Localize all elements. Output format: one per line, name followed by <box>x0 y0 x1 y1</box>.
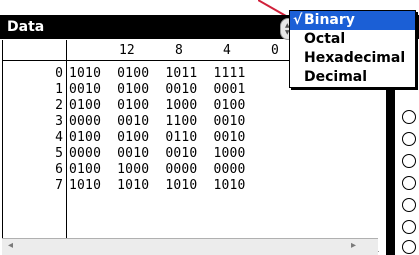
row-value: 1010 1010 1010 1010 <box>69 178 246 193</box>
row-index: 0 <box>55 66 63 81</box>
column-label-8: 8 <box>175 43 183 58</box>
checkmark-icon: √ <box>293 12 303 28</box>
column-label-12: 12 <box>119 43 135 58</box>
menu-item-label: Octal <box>304 31 346 47</box>
row-value: 0000 0010 1100 0010 <box>69 114 246 129</box>
table-row: 2 0100 0100 1000 0100 <box>3 98 380 114</box>
menu-item-binary[interactable]: √ Binary <box>290 11 415 30</box>
row-index: 1 <box>55 82 63 97</box>
radio-button[interactable] <box>402 110 416 124</box>
horizontal-scrollbar[interactable]: ◂ ▸ <box>2 238 378 255</box>
column-label-0: 0 <box>271 43 279 58</box>
scroll-left-icon[interactable]: ◂ <box>8 240 13 251</box>
menu-item-decimal[interactable]: Decimal <box>290 68 415 87</box>
radio-button[interactable] <box>402 198 416 212</box>
scroll-right-icon[interactable]: ▸ <box>351 240 356 251</box>
menu-item-hexadecimal[interactable]: Hexadecimal <box>290 49 415 68</box>
row-index: 5 <box>55 146 63 161</box>
radio-button[interactable] <box>402 154 416 168</box>
row-value: 0000 0010 0010 1000 <box>69 146 246 161</box>
row-value: 0010 0100 0010 0001 <box>69 82 246 97</box>
format-popup-menu: √ Binary Octal Hexadecimal Decimal <box>289 10 416 88</box>
menu-item-label: Decimal <box>304 69 368 85</box>
table-row: 4 0100 0100 0110 0010 <box>3 130 380 146</box>
table-row: 7 1010 1010 1010 1010 <box>3 178 380 194</box>
radio-button[interactable] <box>402 176 416 190</box>
menu-item-label: Binary <box>304 12 355 28</box>
menu-item-label: Hexadecimal <box>304 50 406 66</box>
table-row: 6 0100 1000 0000 0000 <box>3 162 380 178</box>
data-panel: Data ▲ ▼ 12 8 4 0 0 1010 0100 1011 1111 … <box>0 0 419 255</box>
radio-button[interactable] <box>402 132 416 146</box>
panel-title: Data <box>7 19 45 35</box>
table-row: 3 0000 0010 1100 0010 <box>3 114 380 130</box>
column-label-4: 4 <box>223 43 231 58</box>
menu-item-octal[interactable]: Octal <box>290 30 415 49</box>
row-index: 3 <box>55 114 63 129</box>
row-value: 0100 0100 1000 0100 <box>69 98 246 113</box>
table-row: 5 0000 0010 0010 1000 <box>3 146 380 162</box>
row-index: 7 <box>55 178 63 193</box>
radio-button[interactable] <box>402 220 416 234</box>
row-value: 1010 0100 1011 1111 <box>69 66 246 81</box>
row-index: 4 <box>55 130 63 145</box>
radio-button[interactable] <box>402 240 416 254</box>
row-value: 0100 1000 0000 0000 <box>69 162 246 177</box>
row-index: 2 <box>55 98 63 113</box>
row-value: 0100 0100 0110 0010 <box>69 130 246 145</box>
row-index: 6 <box>55 162 63 177</box>
